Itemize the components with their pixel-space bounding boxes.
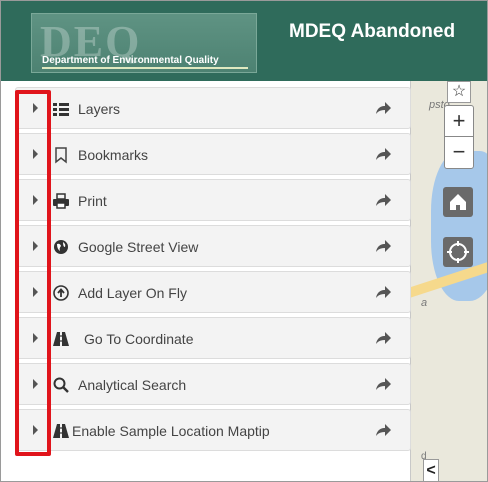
tool-item-analytical-search[interactable]: Analytical Search [15, 363, 411, 405]
tool-item-label: Google Street View [78, 239, 199, 255]
layers-list-icon [53, 103, 69, 116]
tool-item-label: Go To Coordinate [84, 331, 194, 347]
highlight-box [15, 90, 51, 456]
search-icon [53, 377, 69, 393]
deq-logo: DEQ Department of Environmental Quality [31, 13, 257, 73]
logo-caption: Department of Environmental Quality [42, 55, 219, 66]
home-button[interactable] [443, 187, 473, 217]
tool-item-add-layer-on-fly[interactable]: Add Layer On Fly [15, 271, 411, 313]
share-arrow-icon[interactable] [374, 376, 392, 392]
locate-button[interactable] [443, 237, 473, 267]
tool-item-print[interactable]: Print [15, 179, 411, 221]
tool-item-google-street-view[interactable]: Google Street View [15, 225, 411, 267]
home-icon [450, 194, 466, 210]
share-arrow-icon[interactable] [374, 146, 392, 162]
logo-underline [42, 67, 248, 69]
share-arrow-icon[interactable] [374, 192, 392, 208]
road-icon [53, 424, 69, 438]
globe-icon [54, 240, 68, 254]
bookmark-icon [55, 147, 67, 164]
tools-panel: Layers Bookmarks Print Google Street Vie… [9, 81, 411, 481]
tool-item-label: Add Layer On Fly [78, 285, 187, 301]
share-arrow-icon[interactable] [374, 330, 392, 346]
road-icon [53, 332, 69, 346]
tool-item-layers[interactable]: Layers [15, 87, 411, 129]
app-window: DEQ Department of Environmental Quality … [0, 0, 488, 482]
share-arrow-icon[interactable] [374, 422, 392, 438]
tool-item-enable-sample-location-maptip[interactable]: Enable Sample Location Maptip [15, 409, 411, 451]
map-place-label: a [421, 297, 428, 309]
favorite-star-button[interactable]: ☆ [447, 81, 471, 103]
tool-item-label: Layers [78, 101, 121, 117]
map-view[interactable]: psto a d ☆ + − < [411, 81, 487, 481]
tool-item-label: Bookmarks [78, 147, 149, 163]
tool-item-label: Enable Sample Location Maptip [72, 423, 270, 439]
share-arrow-icon[interactable] [374, 284, 392, 300]
zoom-out-button[interactable]: − [445, 137, 473, 168]
app-header: DEQ Department of Environmental Quality … [1, 1, 487, 81]
share-arrow-icon[interactable] [374, 100, 392, 116]
printer-icon [53, 193, 69, 209]
tool-item-label: Print [78, 193, 107, 209]
tool-item-label: Analytical Search [78, 377, 187, 393]
collapse-panel-button[interactable]: < [423, 459, 439, 481]
zoom-in-button[interactable]: + [445, 106, 473, 137]
locate-crosshair-icon [447, 241, 469, 263]
app-title: MDEQ Abandoned [289, 21, 456, 42]
zoom-control: + − [444, 105, 474, 169]
upload-circle-icon [53, 285, 69, 301]
tool-item-bookmarks[interactable]: Bookmarks [15, 133, 411, 175]
tool-item-go-to-coordinate[interactable]: Go To Coordinate [15, 317, 411, 359]
share-arrow-icon[interactable] [374, 238, 392, 254]
